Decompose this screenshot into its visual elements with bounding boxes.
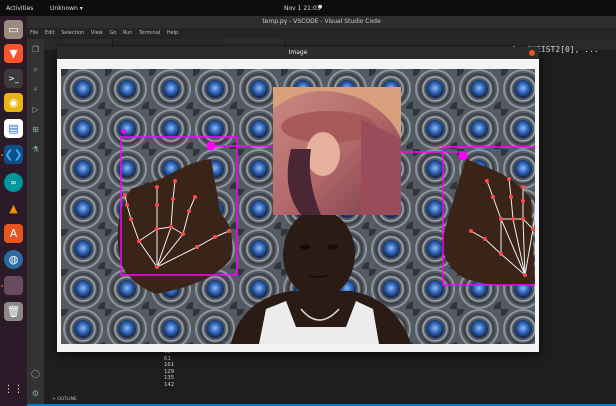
gear-icon[interactable]: ⚙ [31,389,40,398]
account-icon[interactable]: ◯ [31,369,40,378]
show-apps-icon[interactable]: ⋮⋮ [4,380,24,399]
vlc-icon[interactable]: ▲ [4,199,23,218]
source-control-icon[interactable]: ⑂ [31,85,40,94]
right-hand-center-dot [458,151,468,161]
search-icon[interactable]: ⌕ [31,65,40,74]
run-debug-icon[interactable]: ▷ [31,105,40,114]
terminal-output: 95 61 161 129 135 142 [164,349,174,389]
clock[interactable]: Nov 1 21:03 [284,5,321,12]
ubuntu-software-icon[interactable]: A [4,224,23,243]
camera-image: ● [61,69,535,344]
app-menu[interactable]: Unknown ▾ [50,5,83,12]
terminal-line: 142 [164,381,175,388]
image-window-title: Image [57,47,539,59]
extensions-icon[interactable]: ⊞ [31,125,40,134]
activities-button[interactable]: Activities [6,5,33,12]
left-hand-center-dot [206,141,216,151]
vscode-title-bar: temp.py - VSCODE - Visual Studio Code [27,16,616,28]
activity-bar: ❐ ⌕ ⑂ ▷ ⊞ ⚗ ◯ ⚙ [27,39,44,406]
explorer-icon[interactable]: ❐ [31,45,40,54]
camera-frame: ● [61,69,535,344]
notification-dot-icon: ● [318,4,323,10]
running-indicator [1,154,3,156]
rhythmbox-icon[interactable]: ◉ [4,93,23,112]
top-bar: Activities Unknown ▾ Nov 1 21:03 ● [0,0,616,16]
outline-panel[interactable]: > OUTLINE [44,396,162,404]
close-icon[interactable] [529,50,535,56]
brave-browser-icon[interactable]: ▼ [4,44,23,63]
overlay-portrait [273,87,401,215]
terminal-icon[interactable]: >_ [4,69,23,88]
files-icon[interactable]: ▭ [4,20,23,39]
menu-run[interactable]: Run [123,30,133,36]
menu-file[interactable]: File [30,30,38,36]
left-hand-label: ● [121,128,126,135]
menu-terminal[interactable]: Terminal [139,30,160,36]
arduino-icon[interactable]: ∞ [4,173,23,192]
dock: ▭ ▼ >_ ◉ ▤ ❮❯ ∞ ▲ A ◍ 🗑 ⋮⋮ [0,16,27,406]
window-thumbnail-icon[interactable] [4,276,23,295]
terminal-line: 129 [164,368,175,375]
menu-view[interactable]: View [91,30,103,36]
terminal-line: 135 [164,375,175,382]
libreoffice-writer-icon[interactable]: ▤ [4,119,23,138]
menu-selection[interactable]: Selection [61,30,84,36]
trash-icon[interactable]: 🗑 [4,302,23,321]
terminal-line: 61 [164,355,171,362]
image-window: Image ● [57,47,539,352]
menu-help[interactable]: Help [167,30,178,36]
terminal-line: 161 [164,362,175,369]
flask-icon[interactable]: ⚗ [31,145,40,154]
vscode-icon[interactable]: ❮❯ [4,145,23,164]
running-indicator [1,285,3,287]
menu-go[interactable]: Go [109,30,116,36]
vscode-menu-bar: File Edit Selection View Go Run Terminal… [27,28,616,39]
globe-icon[interactable]: ◍ [4,250,23,269]
menu-edit[interactable]: Edit [45,30,55,36]
